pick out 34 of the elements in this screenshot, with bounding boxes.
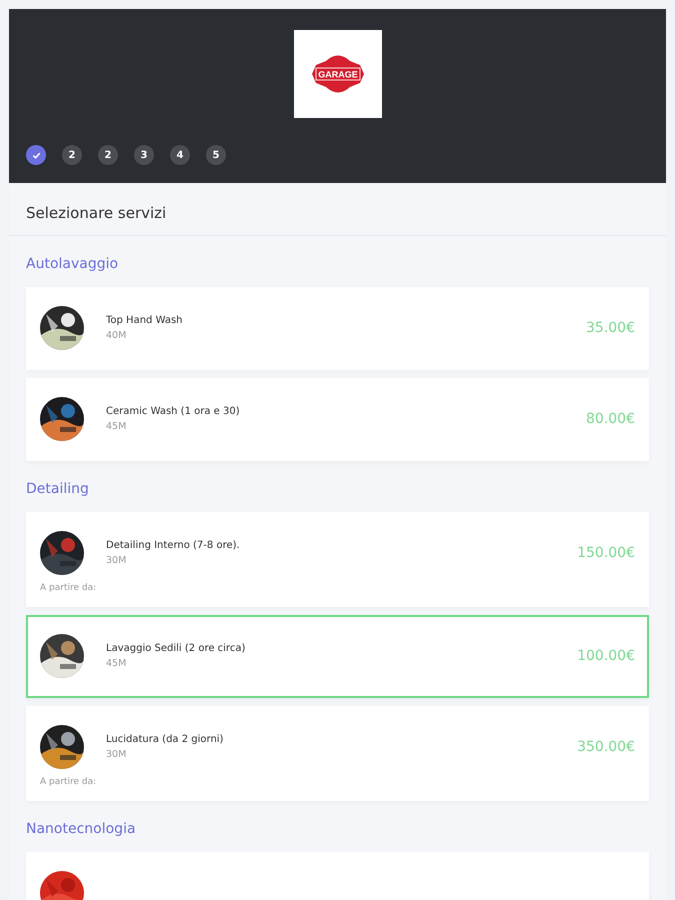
service-card[interactable]: Detailing Interno (7-8 ore). 30M 150.00€ A partire da: — [26, 512, 649, 607]
service-card[interactable]: Lavaggio Sedili (2 ore circa) 45M 100.00€ — [26, 615, 649, 698]
step-indicator[interactable]: 5 — [206, 145, 226, 165]
service-name: Detailing Interno (7-8 ore). — [106, 540, 241, 551]
step-indicator[interactable]: 2 — [62, 145, 82, 165]
logo: GARAGE — [294, 30, 382, 118]
step-indicator[interactable]: 2 — [98, 145, 118, 165]
step-indicator[interactable] — [26, 145, 46, 165]
category-heading: Autolavaggio — [26, 256, 120, 272]
category-heading: Detailing — [26, 481, 90, 497]
service-price: 100.00€ — [577, 648, 635, 664]
service-name: Lavaggio Sedili (2 ore circa) — [106, 643, 246, 654]
service-card[interactable]: Lucidatura (da 2 giorni) 30M 350.00€ A partire da: — [26, 706, 649, 801]
service-card[interactable]: Ceramic Wash (1 ora e 30) 45M 80.00€ — [26, 378, 649, 461]
page-title: Selezionare servizi — [9, 183, 666, 236]
check-icon — [32, 150, 40, 160]
price-note: A partire da: — [40, 777, 98, 787]
service-price: 350.00€ — [577, 739, 635, 755]
service-duration: 30M — [106, 555, 128, 566]
service-duration: 45M — [106, 421, 128, 432]
service-duration: 30M — [106, 749, 128, 760]
service-price: 80.00€ — [586, 411, 635, 427]
service-name: Top Hand Wash — [106, 315, 184, 326]
category-heading: Nanotecnologia — [26, 821, 137, 837]
price-note: A partire da: — [40, 583, 98, 593]
step-indicator[interactable]: 3 — [134, 145, 154, 165]
service-name: Lucidatura (da 2 giorni) — [106, 734, 224, 745]
service-duration: 45M — [106, 658, 128, 669]
service-name: Ceramic Wash (1 ora e 30) — [106, 406, 241, 417]
step-indicator[interactable]: 4 — [170, 145, 190, 165]
service-card[interactable]: Top Hand Wash 40M 35.00€ — [26, 287, 649, 370]
service-price: 35.00€ — [586, 320, 635, 336]
service-price: 150.00€ — [577, 545, 635, 561]
service-duration: 40M — [106, 330, 128, 341]
